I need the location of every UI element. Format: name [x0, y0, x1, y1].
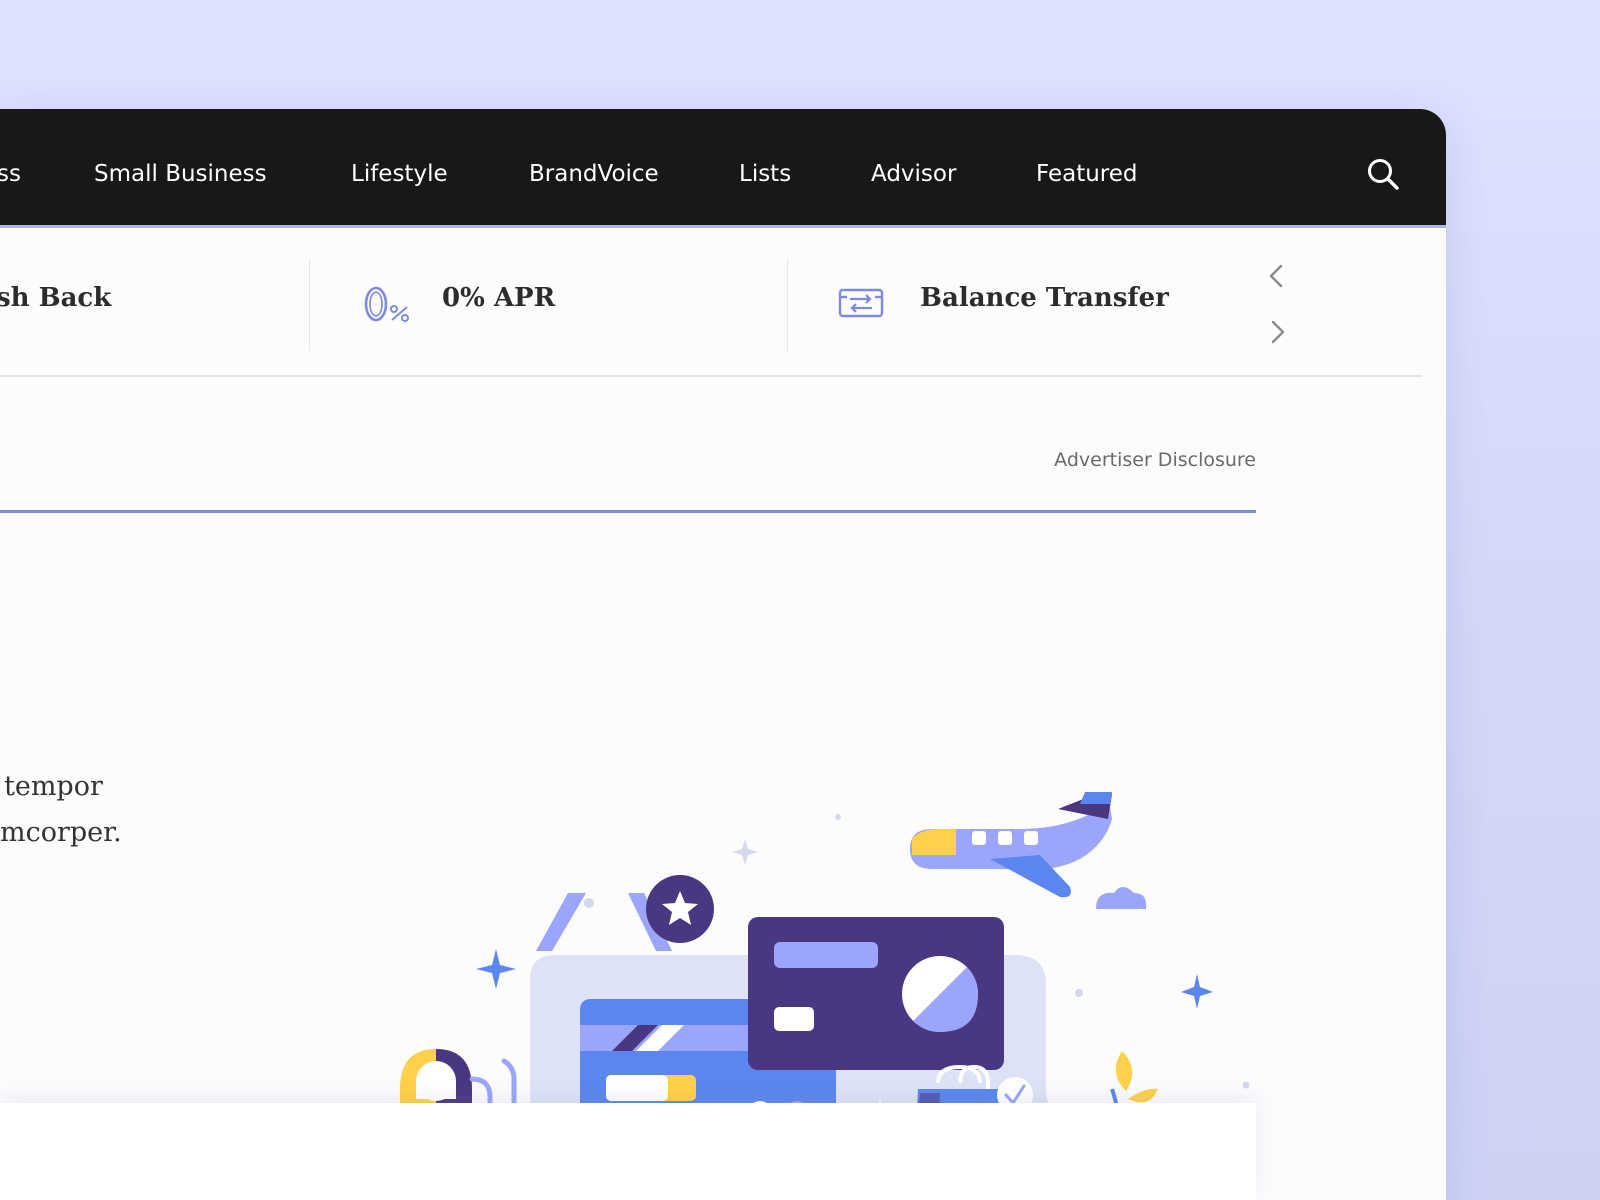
- category-carousel: sh Back 0% APR Balance Transfer: [0, 231, 1422, 377]
- nav-item-brandvoice[interactable]: BrandVoice: [529, 161, 659, 187]
- chevron-right-icon[interactable]: [1262, 317, 1292, 347]
- category-cash-back[interactable]: sh Back: [0, 231, 310, 375]
- paragraph-line: mcorper.: [0, 817, 122, 848]
- nav-item-business[interactable]: ss: [0, 161, 21, 187]
- search-icon[interactable]: [1366, 157, 1400, 191]
- paragraph-line: tempor: [4, 771, 103, 802]
- section-rule: [0, 510, 1256, 513]
- category-zero-apr[interactable]: 0% APR: [310, 231, 788, 375]
- chevron-left-icon[interactable]: [1262, 261, 1292, 291]
- advertiser-disclosure-link[interactable]: Advertiser Disclosure: [1020, 449, 1256, 471]
- nav-item-lifestyle[interactable]: Lifestyle: [351, 161, 448, 187]
- intro-paragraph: tempor mcorper.: [0, 764, 122, 856]
- category-label: 0% APR: [442, 283, 556, 313]
- nav-item-lists[interactable]: Lists: [739, 161, 791, 187]
- nav-item-small-business[interactable]: Small Business: [94, 161, 267, 187]
- category-label: Balance Transfer: [920, 283, 1169, 313]
- zero-percent-icon: [364, 286, 409, 322]
- category-balance-transfer[interactable]: Balance Transfer: [788, 231, 1258, 375]
- balance-transfer-icon: [838, 288, 884, 318]
- browser-window: ss Small Business Lifestyle BrandVoice L…: [0, 109, 1446, 1200]
- nav-item-featured[interactable]: Featured: [1036, 161, 1138, 187]
- top-nav: ss Small Business Lifestyle BrandVoice L…: [0, 109, 1446, 228]
- nav-item-advisor[interactable]: Advisor: [871, 161, 956, 187]
- category-label: sh Back: [0, 283, 112, 313]
- content-card: [0, 1103, 1256, 1200]
